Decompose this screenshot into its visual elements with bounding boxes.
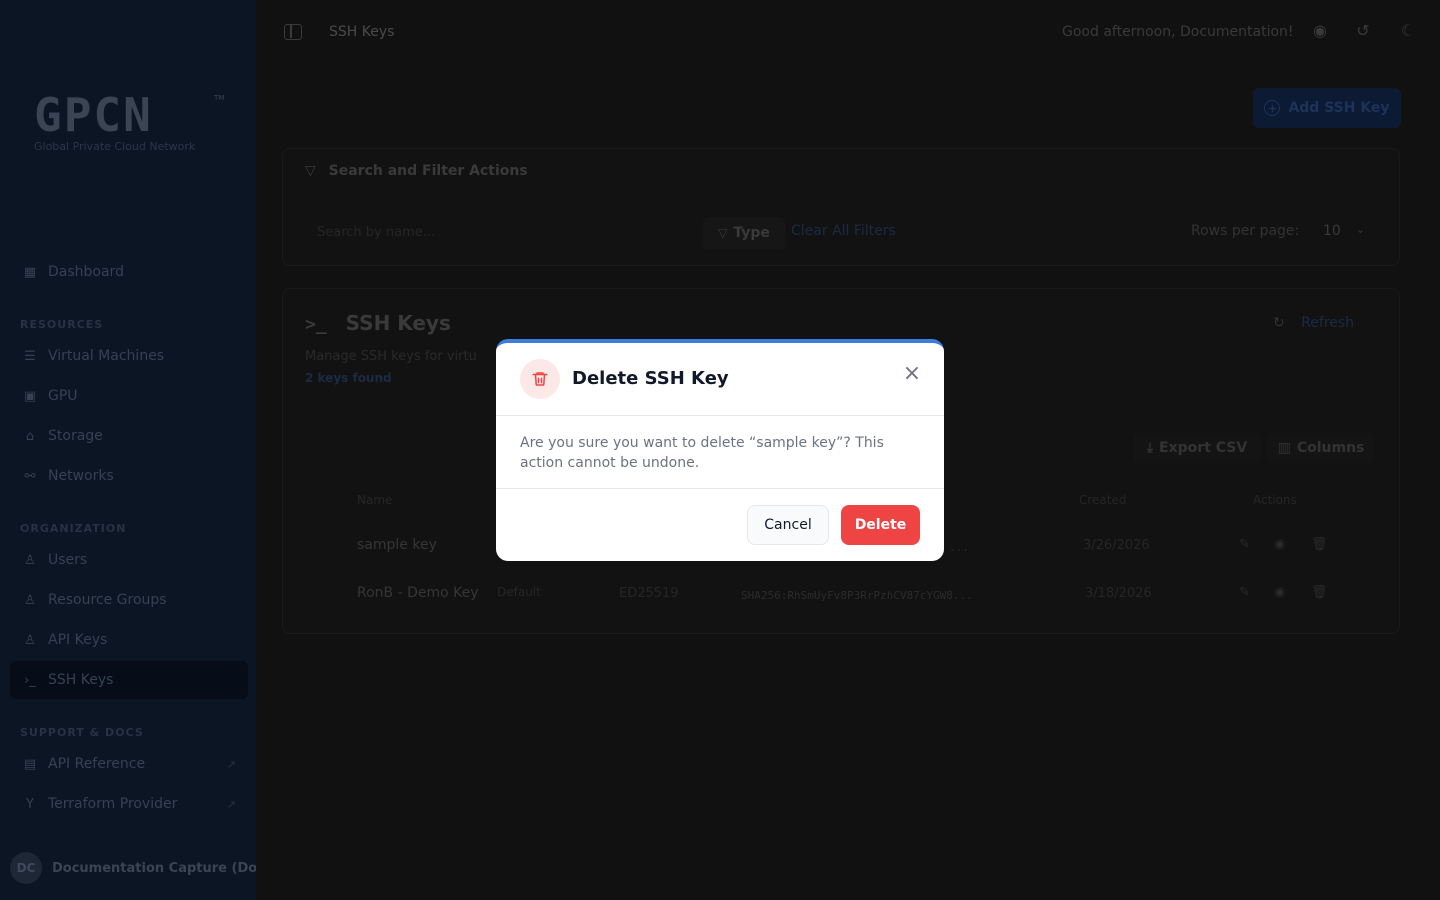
dialog-message: Are you sure you want to delete “sample … — [520, 435, 884, 471]
cancel-button[interactable]: Cancel — [747, 505, 829, 545]
dialog-title: Delete SSH Key — [572, 368, 729, 389]
dialog-header: Delete SSH Key × — [496, 343, 944, 416]
delete-ssh-key-dialog: Delete SSH Key × Are you sure you want t… — [496, 339, 944, 561]
delete-button[interactable]: Delete — [841, 505, 920, 545]
dialog-footer: Cancel Delete — [496, 488, 944, 561]
close-icon[interactable]: × — [901, 363, 923, 385]
trash-icon — [520, 359, 560, 399]
